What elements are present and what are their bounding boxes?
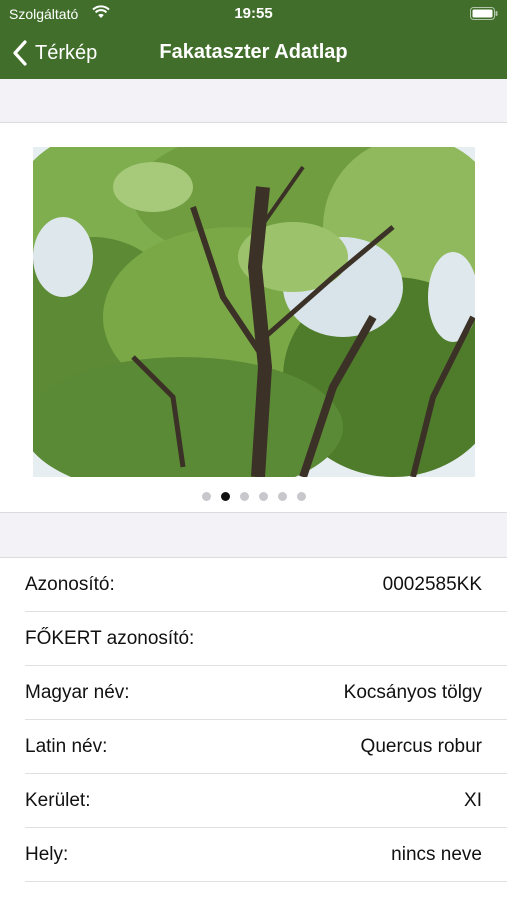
detail-label: Latin név: xyxy=(25,736,108,757)
detail-row: Magyar név: Kocsányos tölgy xyxy=(0,666,507,720)
detail-label: FŐKERT azonosító: xyxy=(25,628,195,649)
detail-value: Kocsányos tölgy xyxy=(343,682,482,703)
status-time: 19:55 xyxy=(234,5,273,22)
back-button-label: Térkép xyxy=(35,41,98,64)
detail-label: Azonosító: xyxy=(25,574,115,595)
page-dot[interactable] xyxy=(220,492,230,501)
detail-row: Kerület: XI xyxy=(0,774,507,828)
page-dot[interactable] xyxy=(201,492,211,501)
page-dot[interactable] xyxy=(239,492,249,501)
chevron-left-icon xyxy=(13,40,27,66)
navigation-bar: Térkép Fakataszter Adatlap xyxy=(0,28,507,79)
page-indicator[interactable] xyxy=(0,492,507,501)
detail-value: Quercus robur xyxy=(360,736,482,757)
detail-row: Hely: nincs neve xyxy=(0,828,507,882)
tree-detail-list: Azonosító: 0002585KK FŐKERT azonosító: Magy… xyxy=(0,557,507,900)
detail-row: Latin név: Quercus robur xyxy=(0,720,507,774)
detail-value: 0002585KK xyxy=(382,574,482,595)
detail-row: FŐKERT azonosító: xyxy=(0,612,507,666)
page-dot[interactable] xyxy=(258,492,268,501)
page-dot[interactable] xyxy=(277,492,287,501)
detail-label: Kerület: xyxy=(25,790,91,811)
page-dot[interactable] xyxy=(296,492,306,501)
detail-value: nincs neve xyxy=(391,844,482,865)
photo-gallery xyxy=(0,122,507,513)
detail-row xyxy=(0,882,507,900)
status-bar: Szolgáltató 19:55 xyxy=(0,0,507,28)
detail-label: Hely: xyxy=(25,844,69,865)
detail-label: Magyar név: xyxy=(25,682,130,703)
battery-icon xyxy=(470,7,498,20)
detail-value: XI xyxy=(464,790,482,811)
detail-row: Azonosító: 0002585KK xyxy=(0,558,507,612)
back-button[interactable]: Térkép xyxy=(12,38,97,68)
tree-photo[interactable] xyxy=(33,147,475,477)
